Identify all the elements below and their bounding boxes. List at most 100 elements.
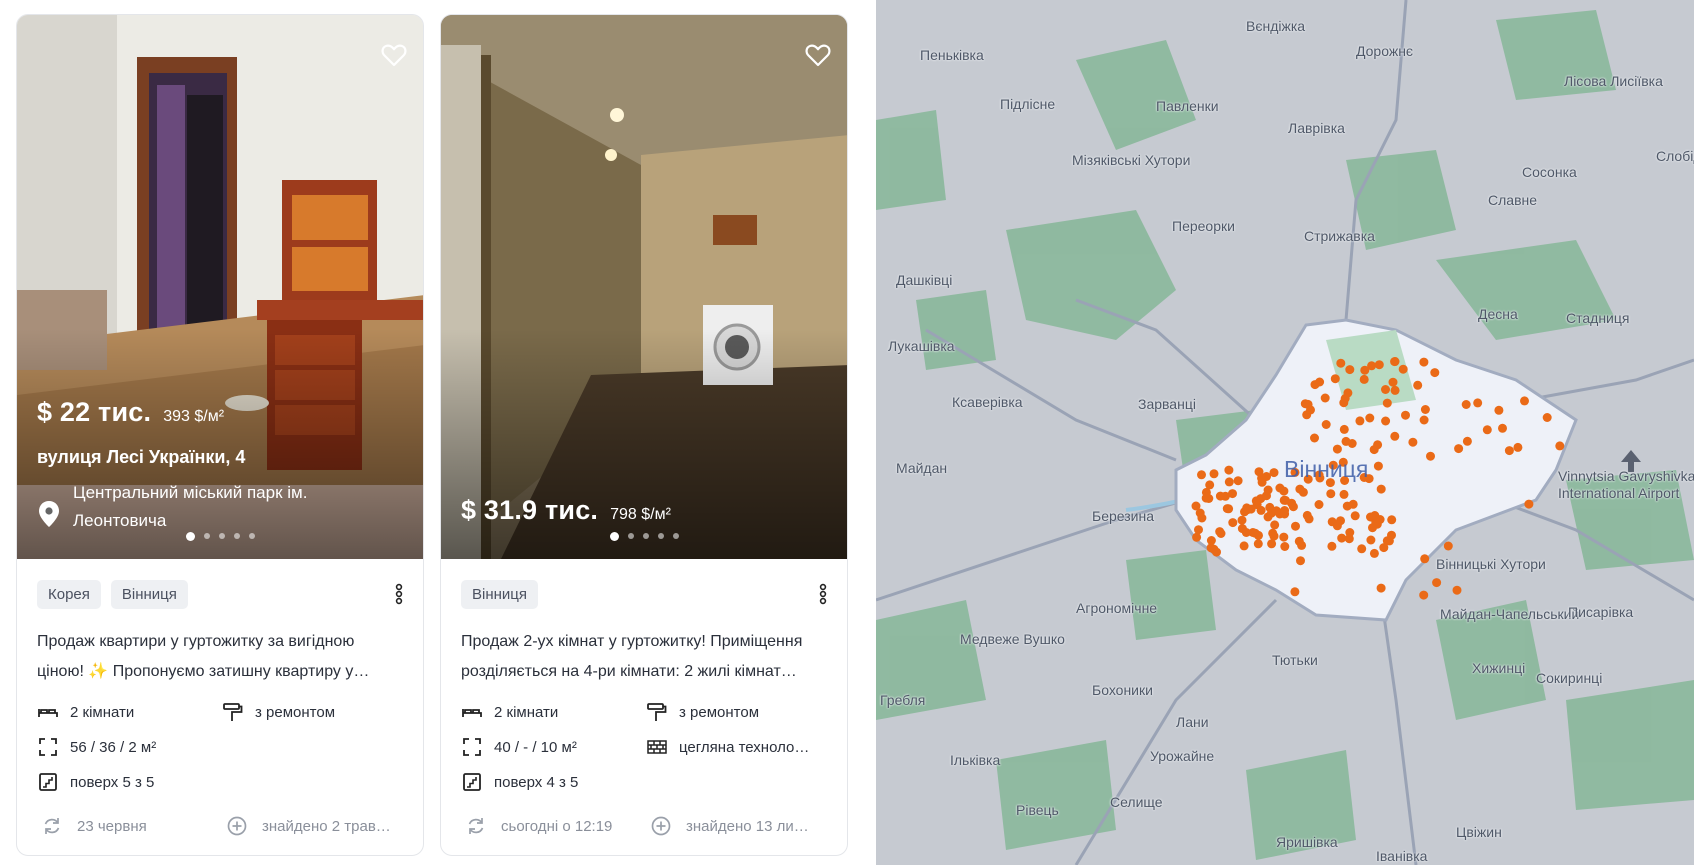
listing-marker[interactable] bbox=[1246, 504, 1256, 514]
listing-photo[interactable]: $ 31.9 тис. 798 $/м² bbox=[441, 15, 847, 559]
photo-dot[interactable] bbox=[203, 533, 210, 539]
listing-marker[interactable] bbox=[1197, 470, 1206, 480]
listing-marker[interactable] bbox=[1315, 377, 1325, 387]
listing-marker[interactable] bbox=[1369, 445, 1379, 455]
listing-description[interactable]: Продаж 2-ух кімнат у гуртожитку! Приміще… bbox=[461, 627, 827, 687]
listing-marker[interactable] bbox=[1295, 484, 1305, 494]
listing-marker[interactable] bbox=[1296, 556, 1305, 566]
listing-marker[interactable] bbox=[1267, 539, 1277, 549]
listing-marker[interactable] bbox=[1339, 398, 1349, 408]
listing-marker[interactable] bbox=[1373, 461, 1383, 471]
listing-marker[interactable] bbox=[1336, 516, 1345, 526]
listing-marker[interactable] bbox=[1355, 416, 1365, 426]
map-canvas[interactable] bbox=[876, 0, 1694, 865]
tag-city[interactable]: Вінниця bbox=[110, 579, 188, 609]
listing-marker[interactable] bbox=[1275, 483, 1285, 493]
listing-marker[interactable] bbox=[1239, 541, 1249, 551]
listing-marker[interactable] bbox=[1191, 501, 1201, 511]
listing-marker[interactable] bbox=[1197, 513, 1207, 523]
listing-marker[interactable] bbox=[1337, 533, 1347, 543]
listing-marker[interactable] bbox=[1387, 530, 1396, 540]
listing-marker[interactable] bbox=[1366, 535, 1376, 545]
listing-marker[interactable] bbox=[1321, 420, 1331, 429]
listing-marker[interactable] bbox=[1426, 451, 1435, 461]
listing-marker[interactable] bbox=[1279, 495, 1289, 505]
listing-marker[interactable] bbox=[1504, 446, 1514, 456]
listing-marker[interactable] bbox=[1253, 539, 1263, 549]
listing-marker[interactable] bbox=[1376, 583, 1386, 593]
listing-photo[interactable]: $ 22 тис. 393 $/м² вулиця Лесі Українки,… bbox=[17, 15, 423, 559]
listing-marker[interactable] bbox=[1430, 368, 1440, 378]
listing-marker[interactable] bbox=[1413, 380, 1423, 390]
listing-marker[interactable] bbox=[1420, 405, 1430, 414]
listing-marker[interactable] bbox=[1398, 364, 1408, 374]
listing-marker[interactable] bbox=[1310, 433, 1319, 443]
listing-marker[interactable] bbox=[1357, 544, 1367, 554]
listing-marker[interactable] bbox=[1390, 431, 1400, 441]
listing-marker[interactable] bbox=[1314, 500, 1324, 509]
listing-marker[interactable] bbox=[1454, 444, 1464, 454]
listing-marker[interactable] bbox=[1291, 521, 1300, 531]
heart-outline-icon[interactable] bbox=[381, 43, 407, 67]
listing-marker[interactable] bbox=[1420, 554, 1430, 564]
listing-marker[interactable] bbox=[1432, 578, 1442, 588]
listing-marker[interactable] bbox=[1336, 358, 1346, 368]
listing-marker[interactable] bbox=[1381, 385, 1390, 394]
listing-marker[interactable] bbox=[1288, 502, 1298, 512]
listing-marker[interactable] bbox=[1343, 388, 1353, 398]
listing-marker[interactable] bbox=[1332, 444, 1342, 454]
photo-dot[interactable] bbox=[218, 533, 225, 539]
listing-marker[interactable] bbox=[1270, 520, 1280, 530]
photo-dot[interactable] bbox=[657, 533, 664, 539]
photo-dot[interactable] bbox=[248, 533, 255, 539]
listing-marker[interactable] bbox=[1228, 518, 1238, 528]
listing-card[interactable]: $ 31.9 тис. 798 $/м² Вінниця Продаж 2-ух… bbox=[440, 14, 848, 856]
listing-marker[interactable] bbox=[1513, 442, 1523, 452]
tag-district[interactable]: Корея bbox=[37, 579, 101, 609]
listing-marker[interactable] bbox=[1222, 504, 1232, 514]
photo-dot[interactable] bbox=[627, 533, 634, 539]
listing-marker[interactable] bbox=[1482, 425, 1492, 435]
listing-marker[interactable] bbox=[1368, 523, 1377, 533]
listing-marker[interactable] bbox=[1241, 528, 1251, 537]
listing-marker[interactable] bbox=[1201, 493, 1211, 503]
listing-marker[interactable] bbox=[1224, 465, 1234, 475]
listing-marker[interactable] bbox=[1452, 585, 1462, 595]
listing-marker[interactable] bbox=[1339, 489, 1349, 499]
listing-marker[interactable] bbox=[1209, 469, 1219, 479]
listing-marker[interactable] bbox=[1376, 484, 1386, 494]
photo-dot[interactable] bbox=[642, 533, 649, 539]
map-panel[interactable]: Вінниця Вєндіжка Пеньківка Дорожнє Лісов… bbox=[876, 0, 1694, 865]
listing-marker[interactable] bbox=[1345, 365, 1355, 375]
listing-marker[interactable] bbox=[1419, 590, 1429, 600]
photo-dot[interactable] bbox=[233, 533, 240, 539]
listing-marker[interactable] bbox=[1524, 499, 1534, 509]
listing-marker[interactable] bbox=[1520, 396, 1529, 406]
listing-marker[interactable] bbox=[1375, 515, 1385, 524]
listing-marker[interactable] bbox=[1290, 587, 1300, 597]
listing-marker[interactable] bbox=[1339, 424, 1349, 434]
listing-marker[interactable] bbox=[1327, 541, 1337, 551]
listing-marker[interactable] bbox=[1359, 374, 1369, 384]
listing-marker[interactable] bbox=[1390, 385, 1400, 395]
listing-marker[interactable] bbox=[1233, 476, 1243, 486]
photo-dot[interactable] bbox=[609, 532, 619, 541]
more-options-icon[interactable] bbox=[395, 583, 403, 605]
listing-marker[interactable] bbox=[1473, 398, 1483, 408]
photo-pagination[interactable] bbox=[441, 532, 847, 541]
listing-marker[interactable] bbox=[1360, 365, 1370, 375]
listing-marker[interactable] bbox=[1237, 515, 1247, 525]
listing-marker[interactable] bbox=[1443, 541, 1453, 551]
listing-marker[interactable] bbox=[1462, 436, 1472, 446]
photo-dot[interactable] bbox=[185, 532, 195, 541]
listing-marker[interactable] bbox=[1345, 528, 1355, 537]
listing-marker[interactable] bbox=[1341, 436, 1351, 446]
photo-dot[interactable] bbox=[672, 533, 679, 539]
listing-marker[interactable] bbox=[1542, 413, 1552, 422]
photo-pagination[interactable] bbox=[17, 532, 423, 541]
listing-marker[interactable] bbox=[1215, 527, 1225, 537]
listing-marker[interactable] bbox=[1194, 525, 1203, 535]
listing-marker[interactable] bbox=[1408, 437, 1418, 447]
listing-marker[interactable] bbox=[1212, 547, 1221, 557]
listing-marker[interactable] bbox=[1205, 480, 1215, 490]
